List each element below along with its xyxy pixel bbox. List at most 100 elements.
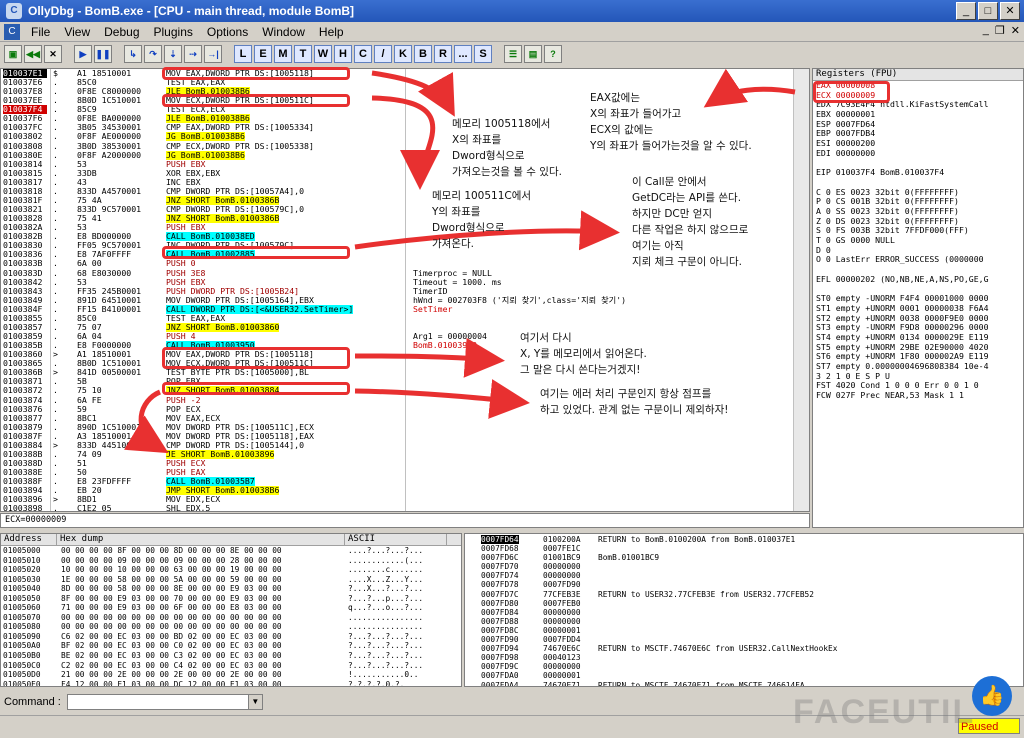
register-line[interactable]: FCW 027F Prec NEAR,53 Mask 1 1 bbox=[813, 390, 1023, 401]
menu-help[interactable]: Help bbox=[312, 25, 351, 39]
menu-view[interactable]: View bbox=[57, 25, 97, 39]
disassembly-scrollbar[interactable] bbox=[793, 69, 809, 511]
command-input[interactable]: ▼ bbox=[66, 694, 263, 710]
toolbar-threads-button[interactable]: T bbox=[294, 45, 312, 63]
disasm-row[interactable]: 01003898. C1E2 05 SHL EDX,5 bbox=[1, 504, 809, 511]
disasm-row[interactable]: 01003896 >8BD1 MOV EDX,ECX bbox=[1, 495, 809, 504]
dump-row[interactable]: 010050B0 BE 02 00 00 EC 03 00 00 C3 02 00… bbox=[1, 651, 461, 661]
menu-window[interactable]: Window bbox=[255, 25, 312, 39]
menu-debug[interactable]: Debug bbox=[97, 25, 146, 39]
toolbar-windows-button[interactable]: W bbox=[314, 45, 332, 63]
toolbar-runtrace-button[interactable]: ... bbox=[454, 45, 472, 63]
list-icon[interactable]: ☰ bbox=[504, 45, 522, 63]
dump-row[interactable]: 010050D0 21 00 00 00 2E 00 00 00 2E 00 00… bbox=[1, 670, 461, 680]
stack-row[interactable]: 0007FD88 00000000 bbox=[465, 617, 1023, 626]
trace-over-icon[interactable]: ⇢ bbox=[184, 45, 202, 63]
step-over-icon[interactable]: ↷ bbox=[144, 45, 162, 63]
trace-into-icon[interactable]: ⇣ bbox=[164, 45, 182, 63]
register-line[interactable]: T 0 GS 0000 NULL bbox=[813, 235, 1023, 246]
dump-row[interactable]: 01005020 10 00 00 00 10 00 00 00 63 00 00… bbox=[1, 565, 461, 575]
stack-pane[interactable]: 0007FD64 0100200A RETURN to BomB.0100200A … bbox=[464, 533, 1024, 687]
disasm-row[interactable]: 010037E1 $ A1 18510001 MOV EAX,DWORD PTR DS… bbox=[1, 69, 809, 78]
step-into-icon[interactable]: ↳ bbox=[124, 45, 142, 63]
dump-row[interactable]: 01005080 00 00 00 00 00 00 00 00 00 00 00… bbox=[1, 622, 461, 632]
menu-plugins[interactable]: Plugins bbox=[147, 25, 200, 39]
dump-row[interactable]: 010050A0 BF 02 00 00 EC 03 00 00 C0 02 00… bbox=[1, 641, 461, 651]
chevron-down-icon[interactable]: ▼ bbox=[247, 695, 262, 709]
registers-pane[interactable]: Registers (FPU) EAX 00000008 ECX 00000009… bbox=[812, 68, 1024, 528]
dump-row[interactable]: 01005010 00 00 00 00 09 00 00 00 09 00 00… bbox=[1, 556, 461, 566]
disasm-row[interactable]: 01003814. 53 PUSH EBX bbox=[1, 159, 809, 169]
stack-row[interactable]: 0007FD74 00000000 bbox=[465, 571, 1023, 580]
dump-row[interactable]: 01005040 8D 00 00 00 58 00 00 00 8E 00 00… bbox=[1, 584, 461, 594]
stack-row[interactable]: 0007FD68 0007FE1C bbox=[465, 544, 1023, 553]
register-line[interactable]: EDI 00000000 bbox=[813, 148, 1023, 159]
disasm-row[interactable]: 01003894. EB 20 JMP SHORT BomB.010038B6 bbox=[1, 486, 809, 496]
hex-dump-pane[interactable]: Address Hex dump ASCII 01005000 00 00 00 … bbox=[0, 533, 462, 687]
dump-col-hex[interactable]: Hex dump bbox=[57, 534, 345, 545]
stack-row[interactable]: 0007FD98 00040123 bbox=[465, 653, 1023, 662]
dump-row[interactable]: 01005000 00 00 00 00 8F 00 00 00 8D 00 00… bbox=[1, 546, 461, 556]
register-line[interactable]: EIP 010037F4 BomB.010037F4 bbox=[813, 168, 1023, 178]
toolbar-breakpoints-button[interactable]: B bbox=[414, 45, 432, 63]
dump-row[interactable]: 01005030 1E 00 00 00 58 00 00 00 5A 00 00… bbox=[1, 575, 461, 585]
stack-row[interactable]: 0007FD80 0007FEB0 bbox=[465, 599, 1023, 608]
stack-row[interactable]: 0007FD64 0100200A RETURN to BomB.0100200A … bbox=[465, 535, 1023, 544]
toolbar-modules-button[interactable]: E bbox=[254, 45, 272, 63]
disasm-row[interactable]: 0100388D. 51 PUSH ECX bbox=[1, 459, 809, 468]
pause-icon[interactable]: ❚❚ bbox=[94, 45, 112, 63]
disasm-row[interactable]: 01003857. 75 07 JNZ SHORT BomB.01003860 bbox=[1, 322, 809, 332]
execute-till-return-icon[interactable]: →| bbox=[204, 45, 222, 63]
toolbar-cpu-button[interactable]: C bbox=[354, 45, 372, 63]
minimize-icon[interactable]: _ bbox=[956, 2, 976, 20]
menu-options[interactable]: Options bbox=[200, 25, 255, 39]
stack-row[interactable]: 0007FD70 00000000 bbox=[465, 562, 1023, 571]
stack-row[interactable]: 0007FD90 0007FDD4 bbox=[465, 635, 1023, 644]
mdi-close-icon[interactable]: ✕ bbox=[1011, 24, 1020, 37]
register-line[interactable]: O 0 LastErr ERROR_SUCCESS (0000000 bbox=[813, 255, 1023, 265]
toolbar-callstack-button[interactable]: K bbox=[394, 45, 412, 63]
maximize-icon[interactable]: □ bbox=[978, 2, 998, 20]
stack-row[interactable]: 0007FD94 74670E6C RETURN to MSCTF.74670E6C… bbox=[465, 644, 1023, 653]
disasm-row[interactable]: 01003855. 85C0 TEST EAX,EAX bbox=[1, 313, 809, 323]
stack-row[interactable]: 0007FD78 0007FD90 bbox=[465, 580, 1023, 589]
close-process-icon[interactable]: ✕ bbox=[44, 45, 62, 63]
close-icon[interactable]: ✕ bbox=[1000, 2, 1020, 20]
dump-row[interactable]: 01005090 C6 02 00 00 EC 03 00 00 BD 02 00… bbox=[1, 632, 461, 642]
cpu-window-icon[interactable]: C bbox=[4, 23, 20, 40]
dump-row[interactable]: 01005050 8F 00 00 00 E9 03 00 00 70 00 00… bbox=[1, 594, 461, 604]
mdi-restore-icon[interactable]: ❐ bbox=[995, 24, 1005, 37]
dump-row[interactable]: 01005060 71 00 00 00 E9 03 00 00 6F 00 00… bbox=[1, 603, 461, 613]
rewind-icon[interactable]: ◀◀ bbox=[24, 45, 42, 63]
stack-row[interactable]: 0007FD6C 01001BC9 BomB.01001BC9 bbox=[465, 553, 1023, 562]
disasm-row[interactable]: 0100388B. 74 09 JE SHORT BomB.01003896 bbox=[1, 449, 809, 459]
open-icon[interactable]: ▣ bbox=[4, 45, 22, 63]
disasm-row[interactable]: 0100388F. E8 23FDFFFF CALL BomB.010035B7 bbox=[1, 477, 809, 487]
toolbar-source-button[interactable]: S bbox=[474, 45, 492, 63]
mdi-minimize-icon[interactable]: _ bbox=[983, 24, 989, 37]
toolbar-log-button[interactable]: L bbox=[234, 45, 252, 63]
register-line[interactable]: EFL 00000202 (NO,NB,NE,A,NS,PO,GE,G bbox=[813, 274, 1023, 285]
toolbar-patches-button[interactable]: / bbox=[374, 45, 392, 63]
stack-row[interactable]: 0007FDA0 00000001 bbox=[465, 671, 1023, 680]
stack-row[interactable]: 0007FDA4 74670E71 RETURN to MSCTF.74670E71… bbox=[465, 681, 1023, 687]
dump-row[interactable]: 010050C0 C2 02 00 00 EC 03 00 00 C4 02 00… bbox=[1, 661, 461, 671]
stack-row[interactable]: 0007FD84 00000000 bbox=[465, 608, 1023, 617]
dump-row[interactable]: 01005070 00 00 00 00 00 00 00 00 00 00 00… bbox=[1, 613, 461, 623]
disasm-row[interactable]: 0100384F. FF15 B4100001 CALL DWORD PTR DS:… bbox=[1, 304, 809, 314]
toolbar-references-button[interactable]: R bbox=[434, 45, 452, 63]
dump-row[interactable]: 010050E0 F4 12 00 00 E1 03 00 00 DC 12 00… bbox=[1, 680, 461, 686]
stack-row[interactable]: 0007FD8C 00000001 bbox=[465, 626, 1023, 635]
stack-row[interactable]: 0007FD7C 77CFEB3E RETURN to USER32.77CFEB3… bbox=[465, 590, 1023, 599]
menu-file[interactable]: File bbox=[24, 25, 57, 39]
stack-row[interactable]: 0007FD9C 00000000 bbox=[465, 662, 1023, 671]
run-icon[interactable]: ▶ bbox=[74, 45, 92, 63]
dump-col-address[interactable]: Address bbox=[1, 534, 57, 545]
toolbar-handles-button[interactable]: H bbox=[334, 45, 352, 63]
dump-col-ascii[interactable]: ASCII bbox=[345, 534, 447, 545]
disasm-row[interactable]: 0100386B >841D 00500001 TEST BYTE PTR DS:[… bbox=[1, 368, 809, 377]
disasm-row[interactable]: 01003884 >833D 44510001 CMP DWORD PTR DS:[… bbox=[1, 440, 809, 450]
options-icon[interactable]: ▤ bbox=[524, 45, 542, 63]
toolbar-memory-button[interactable]: M bbox=[274, 45, 292, 63]
help-icon[interactable]: ? bbox=[544, 45, 562, 63]
